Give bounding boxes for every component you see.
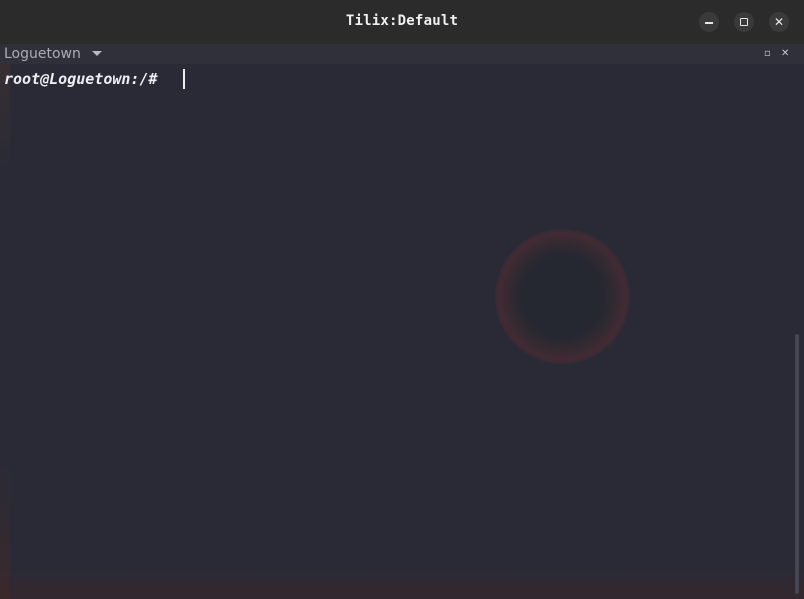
terminal-prompt: root@Loguetown:/# — [4, 70, 167, 88]
terminal-scrollbar[interactable] — [795, 334, 799, 594]
terminal-area[interactable]: root@Loguetown:/# — [0, 64, 804, 599]
background-art-left — [0, 64, 10, 599]
minimize-button[interactable] — [699, 12, 719, 32]
tilix-window: Tilix:Default ✕ Loguetown ▫ ✕ root@Logue… — [0, 0, 804, 599]
restore-icon[interactable]: ▫ — [764, 48, 771, 60]
minimize-icon — [705, 22, 713, 24]
window-title: Tilix:Default — [345, 13, 459, 29]
session-bar: Loguetown ▫ ✕ — [0, 44, 804, 64]
maximize-button[interactable] — [734, 12, 754, 32]
chevron-down-icon[interactable] — [92, 51, 102, 56]
background-art-ring — [495, 229, 630, 364]
background-art-bottom — [0, 569, 804, 599]
session-title[interactable]: Loguetown — [4, 45, 81, 63]
maximize-icon — [740, 18, 748, 26]
session-close-icon[interactable]: ✕ — [781, 48, 789, 60]
terminal-cursor — [183, 69, 185, 89]
close-button[interactable]: ✕ — [769, 12, 789, 32]
window-titlebar[interactable]: Tilix:Default ✕ — [0, 0, 804, 45]
close-icon: ✕ — [773, 15, 785, 29]
